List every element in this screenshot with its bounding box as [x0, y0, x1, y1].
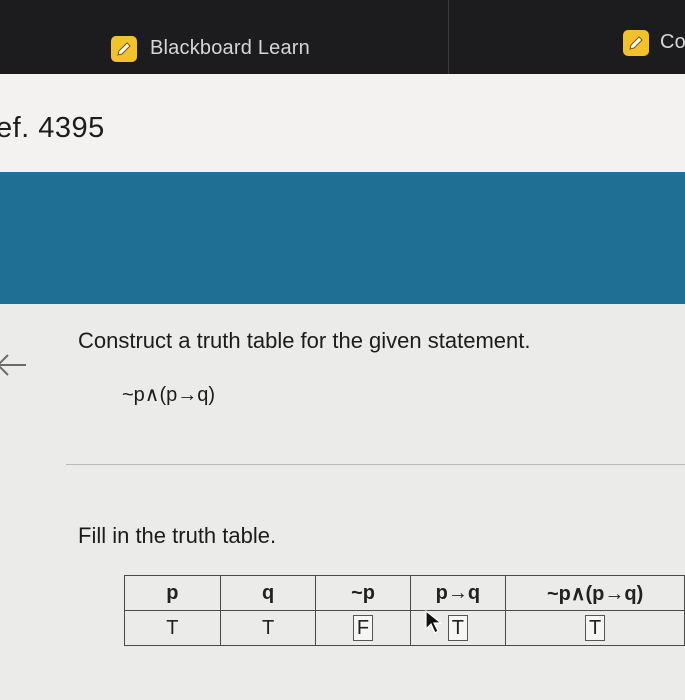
answer-box-statement[interactable]: T: [584, 615, 606, 641]
header-p-implies-q: p→q: [409, 575, 507, 611]
cell-not-p: F: [315, 610, 411, 646]
header-q: q: [219, 575, 317, 611]
reference-bar: ef. 4395: [0, 74, 685, 172]
answer-box-p-implies-q[interactable]: T: [447, 615, 468, 641]
question-prompt: Construct a truth table for the given st…: [78, 328, 531, 353]
section-divider: [66, 464, 685, 465]
pencil-icon: [111, 36, 137, 62]
back-arrow-icon[interactable]: [0, 350, 28, 385]
cell-q: T: [219, 610, 317, 646]
header-p: p: [124, 575, 221, 611]
tab-second[interactable]: Co: [660, 31, 685, 54]
truth-table: p q ~p p→q ~p∧(p→q) T T F T T: [124, 575, 685, 646]
tab-divider: [448, 0, 449, 74]
reference-number: ef. 4395: [0, 112, 105, 144]
cell-statement: T: [505, 610, 685, 646]
tab-blackboard-learn[interactable]: Blackboard Learn: [150, 37, 310, 60]
question-content: Construct a truth table for the given st…: [0, 304, 685, 700]
header-statement: ~p∧(p→q): [505, 575, 685, 611]
truth-table-header-row: p q ~p p→q ~p∧(p→q): [124, 575, 685, 611]
pencil-icon: [623, 30, 649, 56]
mouse-cursor-icon: [424, 609, 446, 640]
statement-expression: ~p∧(p→q): [122, 384, 216, 406]
table-row: T T F T T: [124, 610, 685, 646]
cell-p: T: [124, 610, 221, 646]
header-banner: [0, 172, 685, 304]
instruction-text: Fill in the truth table.: [78, 523, 277, 548]
browser-tab-bar: Blackboard Learn Co: [0, 0, 685, 74]
answer-box-not-p[interactable]: F: [352, 615, 374, 641]
header-not-p: ~p: [315, 575, 411, 611]
